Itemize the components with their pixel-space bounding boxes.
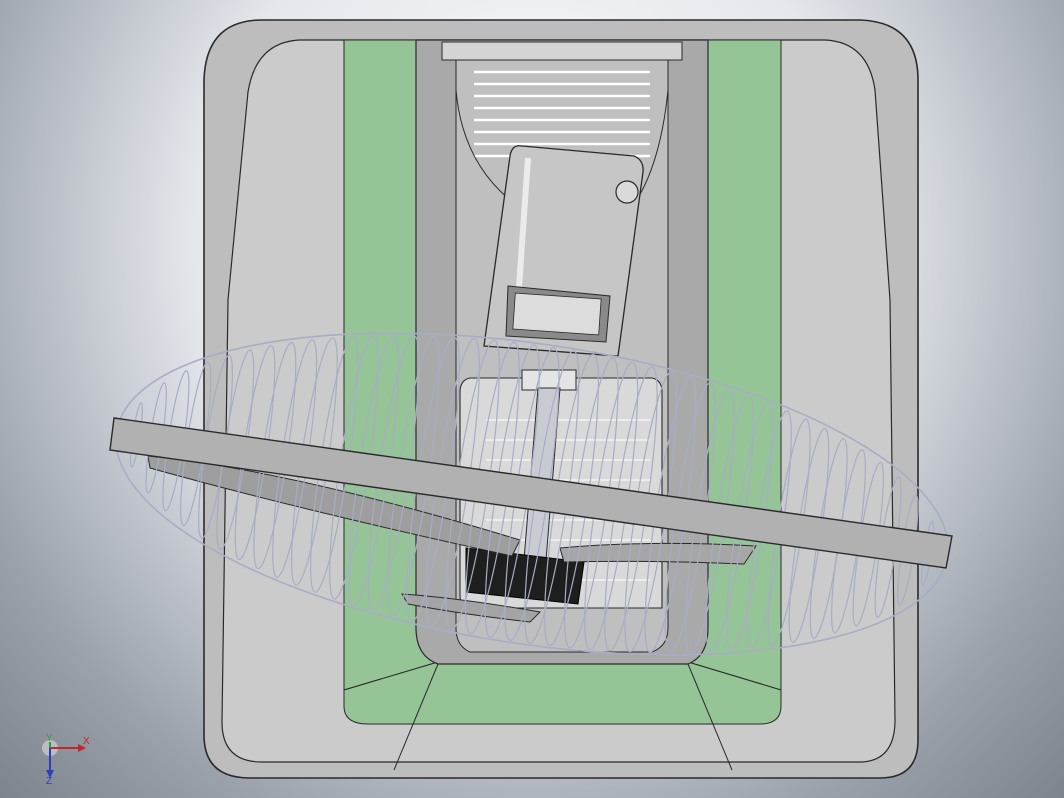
bottom-tray[interactable] <box>343 661 782 725</box>
top-louver-frame <box>441 41 683 61</box>
y-axis-label: Y <box>46 733 53 744</box>
motor-vent-glass <box>512 292 602 336</box>
x-axis-label: X <box>83 736 90 747</box>
shaft-coupler[interactable] <box>521 369 577 391</box>
motor-knob[interactable] <box>615 180 639 204</box>
fan-assembly-model[interactable] <box>0 0 1064 798</box>
cad-viewport[interactable]: X Y Z <box>0 0 1064 798</box>
axis-triad: X Y Z <box>42 733 90 784</box>
z-axis-label: Z <box>46 776 52 784</box>
